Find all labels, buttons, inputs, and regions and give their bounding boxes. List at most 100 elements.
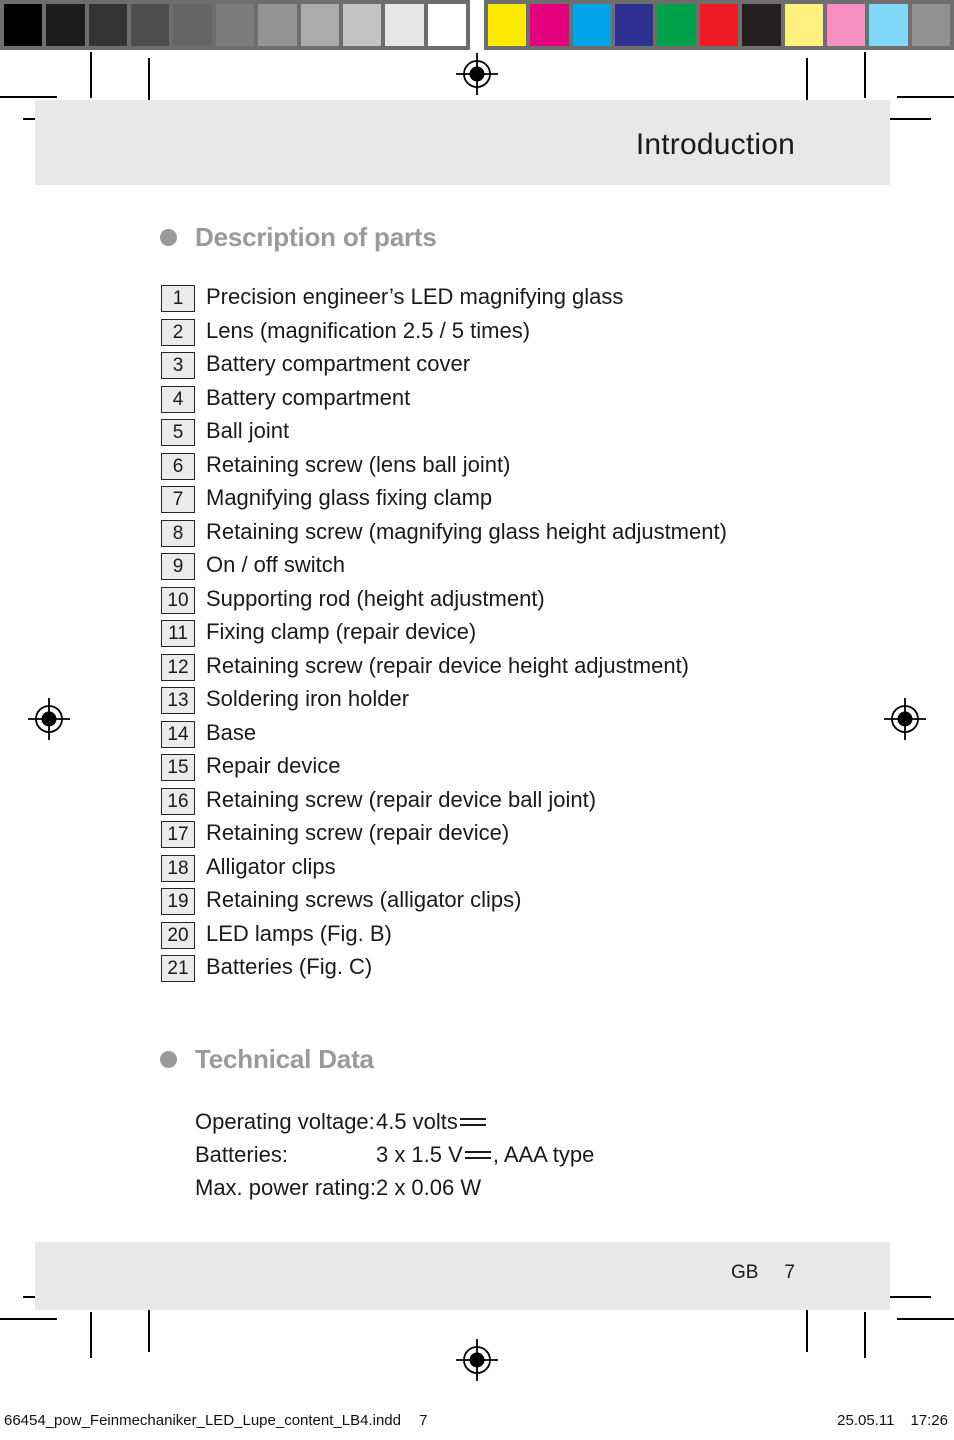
part-number-cell: 6 [35,452,195,480]
part-label: Retaining screw (repair device height ad… [206,652,690,678]
part-number-box: 16 [161,787,195,815]
list-item: 9 On / off switch [35,548,890,582]
crop-mark-top-left-vertical [90,52,92,98]
manual-page: Introduction Description of parts 1 Preci… [35,100,890,1310]
list-item: 5 Ball joint [35,414,890,448]
spec-label: Max. power rating: [195,1174,376,1200]
part-number-cell: 3 [35,352,195,379]
list-item: 4 Battery compartment [35,381,890,415]
dc-current-icon [464,1149,491,1163]
crop-mark-bottom-left-vertical [90,1312,92,1358]
part-label: Alligator clips [206,853,336,879]
grayscale-swatch-1 [46,4,85,46]
part-number-cell: 15 [35,754,195,781]
parts-list: 1 Precision engineer’s LED magnifying gla… [35,280,890,984]
part-number-box: 17 [161,821,195,848]
spec-value: 3 x 1.5 V , AAA type [376,1138,594,1171]
registration-mark-top [455,52,499,96]
part-label: Repair device [206,753,341,778]
part-number-cell: 4 [35,385,195,413]
crop-mark-top-left-horizontal [0,96,57,98]
list-item: 16 Retaining screw (repair device ball jo… [35,783,890,817]
color-swatch-8 [826,4,866,46]
part-number-cell: 20 [35,921,195,949]
part-label: Precision engineer’s LED magnifying glas… [206,284,624,309]
list-item: 13 Soldering iron holder [35,682,890,716]
grayscale-swatch-5 [215,4,255,46]
spec-value-text: 3 x 1.5 V [375,1141,463,1167]
part-number-cell: 18 [35,854,195,882]
part-label: LED lamps (Fig. B) [206,920,392,946]
part-label: Battery compartment cover [206,351,471,376]
part-label: Ball joint [206,418,290,443]
grayscale-swatch-10 [427,4,466,46]
page-body: Description of parts 1 Precision engineer… [35,185,890,1204]
registration-target-icon [456,1339,498,1381]
table-row: Max. power rating: 2 x 0.06 W [195,1171,594,1204]
part-number-box: 5 [161,419,195,446]
slug-timestamp-group: 25.05.11 17:26 [837,1412,948,1429]
page-header-band: Introduction [35,100,890,185]
part-label: Magnifying glass fixing clamp [206,485,493,510]
part-label: Batteries (Fig. C) [206,954,373,979]
part-number-cell: 16 [35,787,195,815]
part-number-box: 15 [161,754,195,781]
grayscale-swatch-0 [4,4,43,46]
section-heading-label: Description of parts [195,222,437,252]
part-number-box: 12 [161,653,195,681]
part-number-cell: 14 [35,720,195,748]
part-number-box: 20 [161,921,195,949]
part-number-cell: 17 [35,821,195,848]
dc-current-icon [459,1116,486,1130]
part-label: Base [206,719,257,745]
footer-page-number: 7 [784,1262,795,1283]
spec-value: 2 x 0.06 W [376,1171,594,1204]
crop-mark-top-right-inner-vertical [806,58,808,104]
list-item: 8 Retaining screw (magnifying glass heigh… [35,515,890,549]
crop-mark-bottom-left-horizontal [0,1318,57,1320]
list-item: 19 Retaining screws (alligator clips) [35,883,890,917]
spec-value-suffix: , AAA type [492,1141,595,1167]
part-number-box: 4 [161,385,195,413]
part-number-box: 21 [161,955,195,982]
part-label: Retaining screw (magnifying glass height… [206,518,727,544]
grayscale-swatch-7 [300,4,339,46]
list-item: 15 Repair device [35,749,890,783]
crop-mark-top-right-vertical [864,52,866,98]
color-swatch-4 [657,4,696,46]
part-number-box: 2 [161,318,195,346]
part-number-box: 14 [161,720,195,748]
part-label: Lens (magnification 2.5 / 5 times) [206,317,531,343]
part-number-box: 8 [161,519,195,547]
color-swatch-7 [784,4,823,46]
part-number-box: 13 [161,687,195,714]
part-label: Fixing clamp (repair device) [206,619,477,644]
slug-filename-group: 66454_pow_Feinmechaniker_LED_Lupe_conten… [4,1412,427,1429]
part-label: Retaining screw (lens ball joint) [206,451,511,477]
crop-mark-top-left-inner-vertical [148,58,150,104]
crop-mark-bottom-right-vertical [864,1312,866,1358]
part-number-box: 3 [161,352,195,379]
slug-time: 17:26 [910,1412,948,1429]
color-calibration-bar [484,0,954,50]
color-swatch-3 [615,4,654,46]
footer-locale: GB [730,1262,759,1283]
grayscale-swatch-2 [88,4,128,46]
part-number-box: 1 [161,285,195,312]
grayscale-swatch-4 [173,4,212,46]
slug-sheet-number: 7 [419,1412,428,1429]
table-row: Batteries: 3 x 1.5 V , AAA type [195,1138,594,1171]
section-heading-label: Technical Data [195,1043,374,1074]
part-number-cell: 13 [35,687,195,714]
part-number-cell: 10 [35,586,195,614]
list-item: 10 Supporting rod (height adjustment) [35,582,890,616]
color-swatch-9 [869,4,908,46]
grayscale-swatch-6 [258,4,297,46]
crop-mark-top-right-horizontal [897,96,954,98]
footer-content: GB 7 [731,1262,795,1284]
part-number-box: 6 [161,452,195,480]
page-title: Introduction [635,128,795,161]
part-number-box: 11 [161,620,195,647]
part-label: Retaining screws (alligator clips) [206,887,522,912]
list-item: 3 Battery compartment cover [35,347,890,381]
